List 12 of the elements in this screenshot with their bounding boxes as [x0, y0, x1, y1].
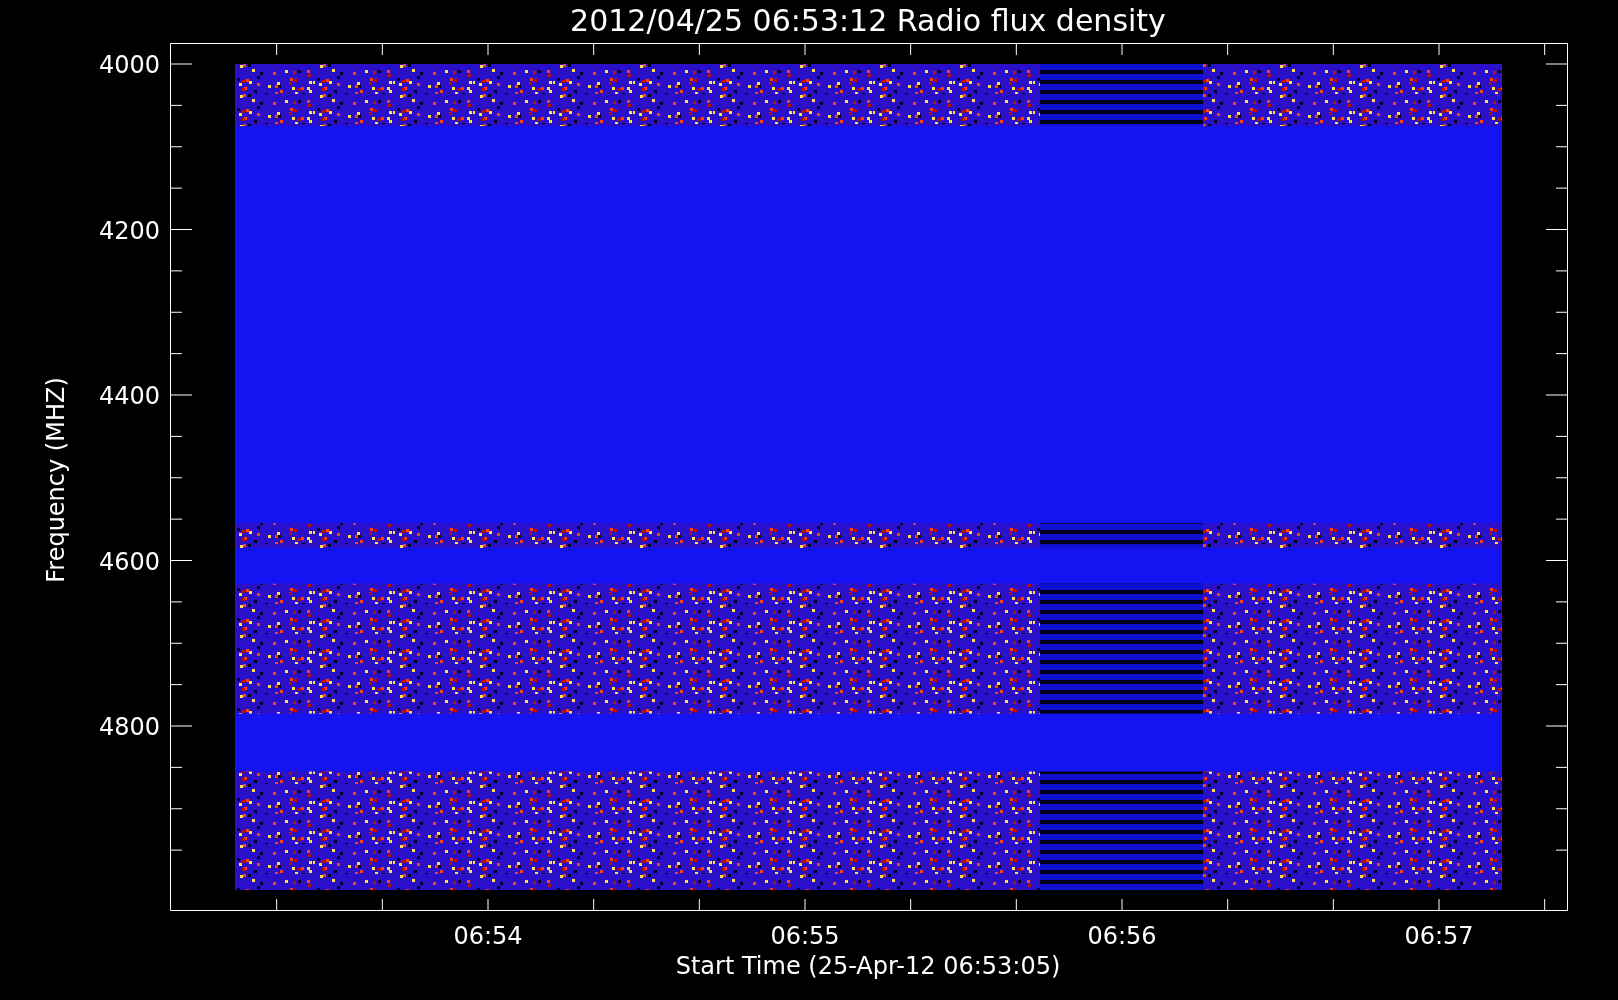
x-tick-label: 06:55: [770, 922, 840, 950]
y-axis-label: Frequency (MHZ): [42, 377, 70, 583]
x-axis-label: Start Time (25-Apr-12 06:53:05): [675, 952, 1061, 980]
y-tick-label: 4000: [98, 51, 160, 79]
y-tick-label: 4600: [98, 547, 160, 576]
y-tick-label: 4400: [98, 382, 160, 410]
x-tick-label: 06:57: [1404, 922, 1474, 950]
y-tick-label: 4200: [98, 216, 160, 245]
x-tick-label: 06:56: [1087, 922, 1157, 950]
y-tick-label: 4800: [98, 713, 160, 741]
plot-title: 2012/04/25 06:53:12 Radio flux density: [570, 3, 1166, 38]
x-tick-label: 06:54: [453, 922, 523, 950]
